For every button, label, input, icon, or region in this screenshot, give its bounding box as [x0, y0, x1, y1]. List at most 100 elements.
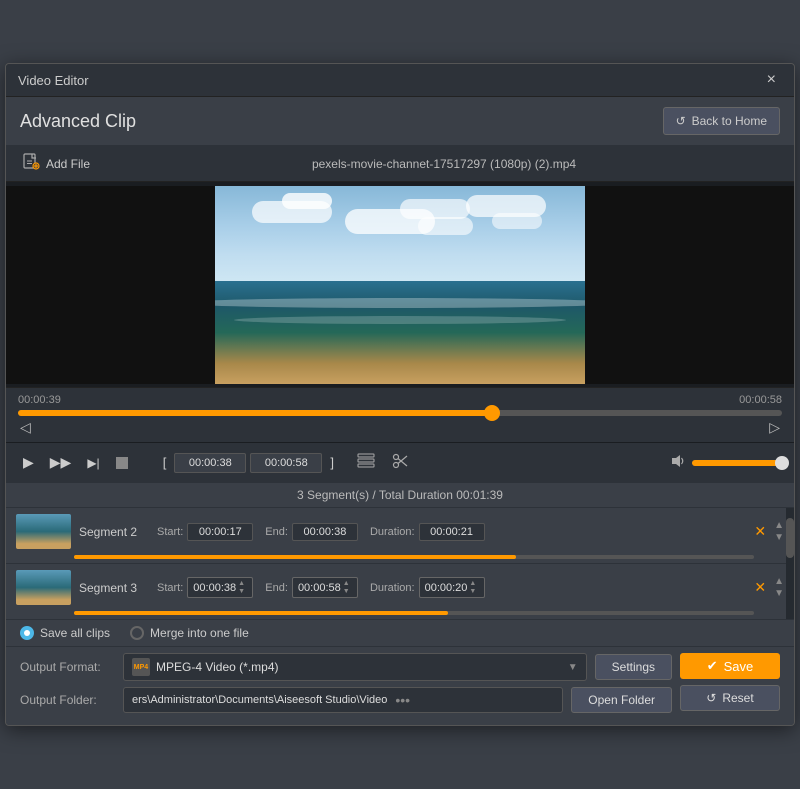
segment-down-arrow[interactable]: ▼	[774, 589, 784, 599]
volume-fill	[692, 460, 782, 466]
segment-label: Segment 3	[79, 581, 149, 595]
close-button[interactable]: ×	[761, 70, 782, 90]
segment-start-field: Start: 00:00:38 ▲ ▼	[157, 577, 253, 598]
segment-down-arrow[interactable]: ▼	[774, 533, 784, 543]
reset-button[interactable]: ↺ Reset	[680, 685, 780, 711]
segment-row: Segment 3 Start: 00:00:38 ▲ ▼ En	[6, 564, 794, 619]
trim-right-handle[interactable]: ▷	[769, 419, 780, 436]
end-label: End:	[265, 526, 288, 538]
bottom-left: Output Format: MP4 MPEG-4 Video (*.mp4) …	[20, 653, 672, 719]
action-buttons: ✔ Save ↺ Reset	[680, 653, 780, 711]
video-side-left	[6, 186, 215, 384]
segment-end-spinner: ▲ ▼	[343, 580, 350, 595]
segment-duration-value: 00:00:21	[419, 523, 485, 541]
segment-end-input[interactable]	[250, 453, 322, 473]
main-header: Advanced Clip ↺ Back to Home	[6, 97, 794, 146]
segment-end-field: End: 00:00:58 ▲ ▼	[265, 577, 358, 598]
scissors-button[interactable]	[386, 449, 414, 476]
add-file-label: Add File	[46, 157, 90, 171]
timeline-thumb[interactable]	[484, 405, 500, 421]
options-bar: Save all clips Merge into one file	[6, 619, 794, 646]
format-label: Output Format:	[20, 660, 115, 674]
segment-close-button[interactable]: ✕	[754, 579, 766, 596]
segment-end-editable[interactable]: 00:00:58 ▲ ▼	[292, 577, 358, 598]
segment-details: Start: 00:00:38 ▲ ▼ End: 00:00:58	[157, 577, 742, 598]
segment-duration-editable[interactable]: 00:00:20 ▲ ▼	[419, 577, 485, 598]
folder-path-text: ers\Administrator\Documents\Aiseesoft St…	[132, 694, 387, 706]
spinner-up[interactable]: ▲	[238, 580, 245, 587]
title-bar: Video Editor ×	[6, 64, 794, 97]
segment-duration-field: Duration: 00:00:20 ▲ ▼	[370, 577, 485, 598]
segment-start-spinner: ▲ ▼	[238, 580, 245, 595]
trim-left-handle[interactable]: ◁	[20, 419, 31, 436]
save-all-clips-label: Save all clips	[40, 626, 110, 640]
video-preview	[215, 186, 584, 384]
spinner-down[interactable]: ▼	[343, 588, 350, 595]
open-folder-button[interactable]: Open Folder	[571, 687, 672, 713]
file-name: pexels-movie-channet-17517297 (1080p) (2…	[104, 157, 784, 171]
bottom-bar: Output Format: MP4 MPEG-4 Video (*.mp4) …	[6, 646, 794, 725]
volume-thumb[interactable]	[775, 456, 789, 470]
cut-button[interactable]	[352, 449, 380, 476]
spinner-up[interactable]: ▲	[343, 580, 350, 587]
end-label: End:	[265, 582, 288, 594]
folder-row: Output Folder: ers\Administrator\Documen…	[20, 687, 672, 713]
segment-progress-bar	[74, 611, 754, 615]
format-icon: MP4	[132, 658, 150, 676]
spinner-down[interactable]: ▼	[238, 588, 245, 595]
segment-up-arrow[interactable]: ▲	[774, 577, 784, 587]
controls-bar: ▶ ▶▶ ▶| [ ]	[6, 442, 794, 482]
segment-arrows: ▲ ▼	[774, 577, 784, 599]
toolbar: Add File pexels-movie-channet-17517297 (…	[6, 146, 794, 182]
volume-group	[670, 453, 782, 472]
timeline-end-time: 00:00:58	[739, 394, 782, 406]
merge-into-one-option[interactable]: Merge into one file	[130, 626, 249, 640]
merge-into-one-label: Merge into one file	[150, 626, 249, 640]
timeline-fill	[18, 410, 492, 416]
segment-end-value: 00:00:38	[292, 523, 358, 541]
segments-info-text: 3 Segment(s) / Total Duration 00:01:39	[297, 488, 503, 502]
play-icon: ▶	[23, 454, 34, 471]
reset-icon: ↺	[706, 691, 716, 705]
step-forward-button[interactable]: ▶|	[82, 453, 104, 473]
segment-label: Segment 2	[79, 525, 149, 539]
merge-into-one-radio[interactable]	[130, 626, 144, 640]
format-select[interactable]: MP4 MPEG-4 Video (*.mp4) ▼	[123, 653, 587, 681]
icon-buttons-group	[352, 449, 414, 476]
spinner-up[interactable]: ▲	[469, 580, 476, 587]
reset-label: Reset	[722, 691, 753, 705]
step-forward-icon: ▶|	[87, 456, 99, 470]
stop-button[interactable]	[111, 454, 133, 472]
segment-up-arrow[interactable]: ▲	[774, 521, 784, 531]
folder-browse-button[interactable]: •••	[395, 692, 410, 708]
volume-slider[interactable]	[692, 460, 782, 466]
duration-label: Duration:	[370, 526, 415, 538]
segments-info-bar: 3 Segment(s) / Total Duration 00:01:39	[6, 482, 794, 508]
segment-arrows: ▲ ▼	[774, 521, 784, 543]
fast-forward-button[interactable]: ▶▶	[45, 451, 77, 474]
segment-start-editable[interactable]: 00:00:38 ▲ ▼	[187, 577, 253, 598]
start-label: Start:	[157, 582, 183, 594]
save-button[interactable]: ✔ Save	[680, 653, 780, 679]
segment-start-input[interactable]	[174, 453, 246, 473]
segment-input-group: [ ]	[159, 453, 338, 473]
segment-progress-bar	[74, 555, 754, 559]
back-arrow-icon: ↺	[676, 114, 686, 128]
format-dropdown-arrow: ▼	[568, 662, 578, 673]
bracket-left-button[interactable]: [	[159, 453, 171, 472]
segment-progress-fill	[74, 611, 448, 615]
play-button[interactable]: ▶	[18, 451, 39, 474]
scrollbar-thumb[interactable]	[786, 518, 794, 558]
bracket-right-button[interactable]: ]	[326, 453, 338, 472]
stop-icon	[116, 457, 128, 469]
main-window: Video Editor × Advanced Clip ↺ Back to H…	[5, 63, 795, 726]
scrollbar[interactable]	[786, 508, 794, 619]
back-to-home-button[interactable]: ↺ Back to Home	[663, 107, 780, 135]
add-file-button[interactable]: Add File	[16, 150, 96, 177]
save-all-clips-radio[interactable]	[20, 626, 34, 640]
segment-close-button[interactable]: ✕	[754, 523, 766, 540]
save-all-clips-option[interactable]: Save all clips	[20, 626, 110, 640]
timeline-slider[interactable]	[18, 410, 782, 416]
spinner-down[interactable]: ▼	[469, 588, 476, 595]
settings-button[interactable]: Settings	[595, 654, 672, 680]
